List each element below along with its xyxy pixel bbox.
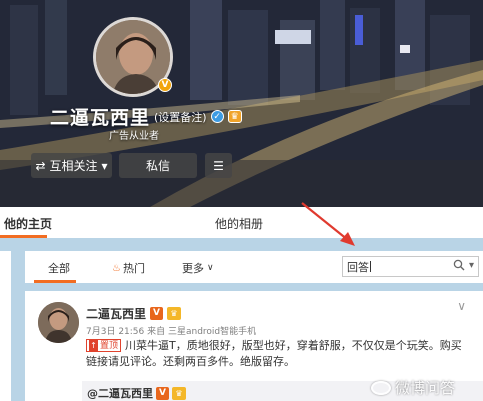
mutual-follow-icon: ⇄ xyxy=(35,158,46,173)
profile-cover: V 二逼瓦西里 (设置备注) ✓ ♛ 广告从业者 ⇄ 互相关注 ▾ 私信 ☰ xyxy=(0,0,483,207)
post-author-row: 二逼瓦西里 V ♛ xyxy=(86,305,182,322)
watermark: 微博问答 xyxy=(371,377,455,398)
chevron-down-icon: ∨ xyxy=(207,263,214,273)
post-menu-chevron-icon[interactable]: ∨ xyxy=(457,299,466,313)
vip-crown-icon[interactable]: ♛ xyxy=(167,307,182,320)
follow-status-button[interactable]: ⇄ 互相关注 ▾ xyxy=(31,153,112,178)
watermark-text: 微博问答 xyxy=(395,379,456,397)
pin-icon: ↑ xyxy=(89,340,98,351)
tab-album[interactable]: 他的相册 xyxy=(215,215,263,232)
profile-nickname: 二逼瓦西里 xyxy=(50,107,151,129)
more-menu-button[interactable]: ☰ xyxy=(205,153,232,178)
feed-filter-bar: 全部 ♨ 热门 更多 ∨ 回答 ▾ xyxy=(25,251,483,283)
filter-hot[interactable]: ♨ 热门 xyxy=(112,260,145,276)
flame-icon: ♨ xyxy=(112,262,121,274)
verified-badge-icon: V xyxy=(158,78,172,92)
search-input[interactable]: 回答 ▾ xyxy=(342,256,479,277)
active-filter-indicator xyxy=(34,280,76,283)
forward-author-name[interactable]: @二逼瓦西里 xyxy=(87,385,153,401)
message-button[interactable]: 私信 xyxy=(119,153,197,178)
post-meta: 7月3日 21:56 来自 三星android智能手机 xyxy=(86,327,257,337)
verified-v-icon[interactable]: V xyxy=(150,307,164,320)
filter-more[interactable]: 更多 ∨ xyxy=(182,260,214,276)
member-icon[interactable]: ✓ xyxy=(210,110,224,123)
search-dropdown-icon[interactable]: ▾ xyxy=(469,260,474,271)
profile-bio: 广告从业者 xyxy=(109,131,159,142)
message-button-label: 私信 xyxy=(145,159,170,173)
active-tab-indicator xyxy=(0,235,47,238)
profile-name-row: 二逼瓦西里 (设置备注) ✓ ♛ xyxy=(50,103,242,130)
follow-status-label: 互相关注 xyxy=(49,159,98,173)
forward-author-row: @二逼瓦西里 V ♛ xyxy=(87,385,186,401)
filter-more-label: 更多 xyxy=(182,262,204,275)
left-sidebar-panel xyxy=(0,251,11,401)
weibo-logo-icon xyxy=(371,380,391,395)
caret-down-icon: ▾ xyxy=(101,158,108,173)
text-cursor xyxy=(370,261,371,272)
pinned-label: 置顶 xyxy=(100,340,119,351)
hamburger-icon: ☰ xyxy=(213,158,224,173)
post-content: ↑ 置顶 川菜牛逼T，质地很好，版型也好，穿着舒服，不仅仅是个玩笑。购买链接请见… xyxy=(86,338,471,370)
filter-hot-label: 热门 xyxy=(122,262,145,275)
set-remark-link[interactable]: (设置备注) xyxy=(154,109,207,125)
search-icon[interactable] xyxy=(453,259,465,271)
post-author-name[interactable]: 二逼瓦西里 xyxy=(86,305,146,322)
post-author-avatar[interactable] xyxy=(38,302,79,343)
vip-crown-icon: ♛ xyxy=(172,386,186,400)
search-input-value: 回答 xyxy=(347,260,369,274)
post-text: 川菜牛逼T，质地很好，版型也好，穿着舒服，不仅仅是个玩笑。购买链接请见评论。还剩… xyxy=(86,339,462,368)
profile-tabs: 他的主页 他的相册 xyxy=(0,207,483,238)
tab-home[interactable]: 他的主页 xyxy=(4,215,52,232)
pinned-tag: ↑ 置顶 xyxy=(86,339,122,352)
verified-v-icon: V xyxy=(156,386,169,400)
filter-all[interactable]: 全部 xyxy=(48,260,70,276)
vip-crown-icon[interactable]: ♛ xyxy=(227,110,242,123)
